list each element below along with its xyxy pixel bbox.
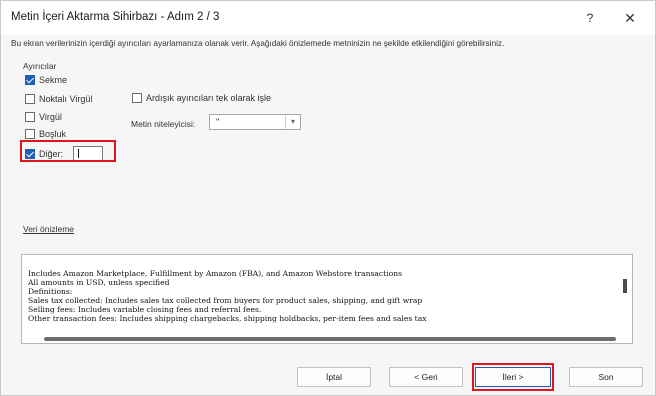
vertical-scrollbar-thumb[interactable]: [623, 279, 627, 293]
delimiter-space-option[interactable]: Boşluk: [25, 129, 66, 139]
back-button[interactable]: < Geri: [389, 367, 463, 387]
semicolon-label: Noktalı Virgül: [39, 94, 93, 104]
preview-line: All amounts in USD, unless specified: [28, 278, 170, 287]
preview-line: Other transaction fees: Includes shippin…: [28, 314, 427, 323]
space-label: Boşluk: [39, 129, 67, 139]
help-icon[interactable]: ?: [581, 9, 599, 27]
text-qualifier-select[interactable]: " ▾: [209, 114, 301, 130]
horizontal-scrollbar-thumb[interactable]: [44, 337, 616, 341]
space-checkbox[interactable]: [25, 129, 35, 139]
text-import-wizard-dialog: Metin İçeri Aktarma Sihirbazı - Adım 2 /…: [0, 0, 656, 396]
semicolon-checkbox[interactable]: [25, 94, 35, 104]
delimiter-semicolon-option[interactable]: Noktalı Virgül: [25, 94, 92, 104]
title-bar: Metin İçeri Aktarma Sihirbazı - Adım 2 /…: [1, 1, 655, 35]
chevron-down-icon[interactable]: ▾: [285, 115, 300, 129]
close-icon[interactable]: ✕: [621, 9, 639, 27]
tab-checkbox[interactable]: [25, 75, 35, 85]
other-highlight-box: [20, 140, 116, 162]
wizard-description: Bu ekran verilerinizin içerdiği ayırıcıl…: [11, 39, 505, 48]
cancel-button[interactable]: İptal: [297, 367, 371, 387]
data-preview-box[interactable]: Includes Amazon Marketplace, Fulfillment…: [21, 254, 633, 344]
next-highlight-box: [472, 363, 554, 391]
comma-checkbox[interactable]: [25, 112, 35, 122]
preview-line: Definitions:: [28, 287, 73, 296]
consecutive-checkbox[interactable]: [132, 93, 142, 103]
consecutive-label: Ardışık ayırıcıları tek olarak işle: [146, 93, 272, 103]
preview-line: Includes Amazon Marketplace, Fulfillment…: [28, 269, 402, 278]
delimiter-tab-option[interactable]: Sekme: [25, 75, 67, 85]
tab-label: Sekme: [39, 75, 68, 85]
text-qualifier-label: Metin niteleyicisi:: [131, 119, 196, 129]
preview-label-text: Veri önizleme: [23, 224, 75, 234]
preview-line: Sales tax collected: Includes sales tax …: [28, 296, 423, 305]
window-title: Metin İçeri Aktarma Sihirbazı - Adım 2 /…: [11, 11, 220, 23]
finish-button[interactable]: Son: [569, 367, 643, 387]
delimiter-comma-option[interactable]: Virgül: [25, 112, 62, 122]
comma-label: Virgül: [39, 112, 62, 122]
consecutive-delimiters-option[interactable]: Ardışık ayırıcıları tek olarak işle: [132, 93, 271, 103]
preview-line: Selling fees: Includes variable closing …: [28, 305, 262, 314]
data-preview-label: Veri önizleme: [23, 224, 74, 234]
text-qualifier-value: ": [216, 117, 220, 127]
delimiters-group-label: Ayırıcılar: [23, 61, 57, 71]
